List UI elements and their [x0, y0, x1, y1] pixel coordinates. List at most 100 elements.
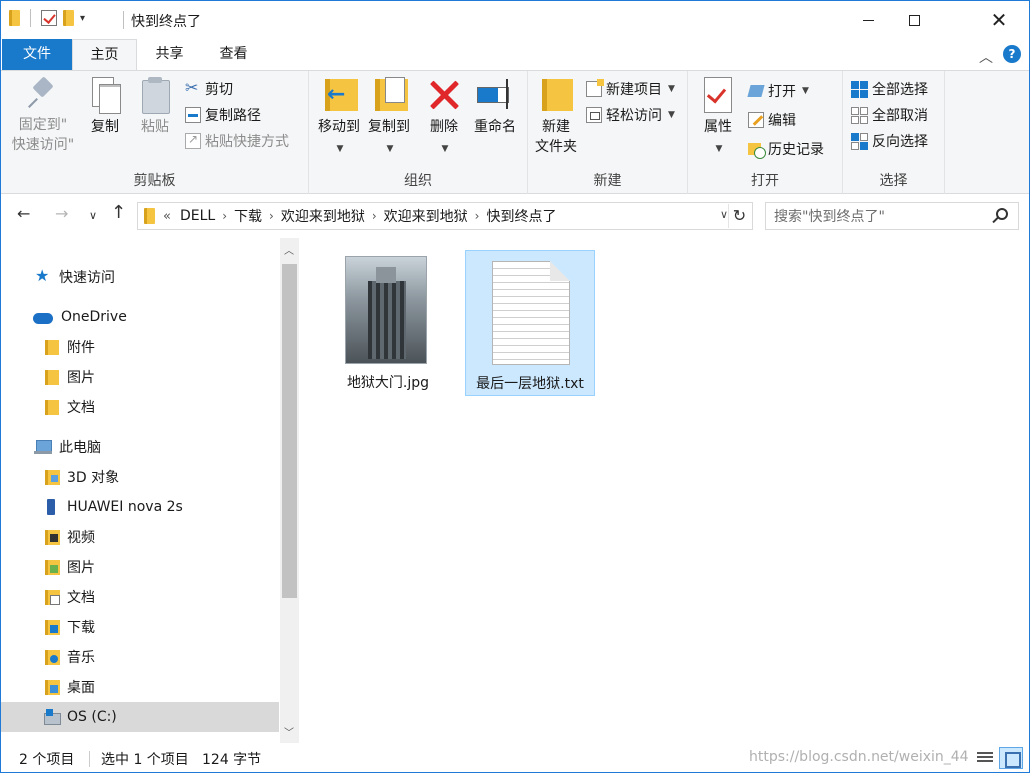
paste-shortcut-label: 粘贴快捷方式	[205, 134, 289, 150]
edit-button[interactable]: 编辑	[748, 108, 796, 132]
nav-item-pictures[interactable]: 图片	[1, 552, 279, 582]
new-folder-button[interactable]: 新建 文件夹	[532, 77, 580, 157]
open-button[interactable]: 打开 ▼	[748, 79, 809, 103]
details-view-icon[interactable]	[973, 747, 997, 769]
move-to-button[interactable]: 移动到 ▼	[313, 77, 365, 159]
image-thumbnail	[345, 256, 427, 364]
computer-icon	[34, 439, 52, 455]
nav-item-os-drive[interactable]: OS (C:)	[1, 702, 279, 732]
copy-to-button[interactable]: 复制到 ▼	[363, 77, 415, 159]
copy-path-button[interactable]: 复制路径	[185, 103, 261, 127]
back-arrow-icon[interactable]: ←	[17, 204, 30, 223]
new-folder-icon[interactable]	[63, 10, 74, 26]
videos-icon	[43, 529, 60, 545]
nav-item-label: 文档	[67, 400, 95, 416]
nav-item-quick-access[interactable]: 快速访问	[1, 262, 279, 292]
breadcrumb-chevron-icon[interactable]: ›	[220, 209, 229, 223]
tab-view[interactable]: 查看	[206, 39, 261, 70]
breadcrumb-chevron-icon[interactable]: ›	[267, 209, 276, 223]
up-arrow-icon[interactable]: ↑	[111, 202, 126, 223]
tab-file[interactable]: 文件	[2, 39, 72, 70]
maximize-button[interactable]	[891, 1, 937, 39]
nav-item-huawei-phone[interactable]: HUAWEI nova 2s	[1, 492, 279, 522]
select-group-label: 选择	[879, 173, 908, 189]
breadcrumb-welcome-2[interactable]: 欢迎来到地狱	[379, 206, 473, 226]
recent-locations-chevron-icon[interactable]: ∨	[89, 209, 97, 222]
history-button[interactable]: 历史记录	[748, 137, 824, 161]
nav-item-desktop[interactable]: 桌面	[1, 672, 279, 702]
organize-group-label: 组织	[404, 173, 432, 189]
nav-item-label: 文档	[67, 590, 95, 606]
properties-icon[interactable]	[41, 10, 57, 26]
nav-item-this-pc[interactable]: 此电脑	[1, 432, 279, 462]
close-button[interactable]: ✕	[969, 1, 1029, 39]
file-name: 地狱大门.jpg	[346, 375, 430, 391]
rename-button[interactable]: 重命名	[469, 77, 521, 137]
rename-icon	[475, 77, 515, 113]
nav-item-downloads[interactable]: 下载	[1, 612, 279, 642]
scroll-up-chevron-icon[interactable]: ︿	[284, 242, 294, 257]
paste-icon	[140, 77, 170, 114]
breadcrumb-downloads[interactable]: 下载	[229, 206, 267, 226]
drive-icon	[43, 709, 61, 725]
paste-shortcut-button[interactable]: 粘贴快捷方式	[185, 129, 289, 153]
nav-item-onedrive-pictures[interactable]: 图片	[1, 362, 279, 392]
overflow-chevron-icon[interactable]: «	[155, 209, 175, 224]
paste-button[interactable]: 粘贴	[135, 77, 175, 137]
breadcrumb-chevron-icon[interactable]: ›	[473, 209, 482, 223]
navigation-pane-scrollbar[interactable]: ︿ ﹀	[280, 238, 299, 743]
nav-item-label: 音乐	[67, 650, 95, 666]
breadcrumb-dell[interactable]: DELL	[175, 208, 220, 224]
customize-toolbar-chevron-icon[interactable]: ▾	[80, 13, 85, 24]
open-group: 属性 ▼ 打开 ▼ 编辑 历史记录 打开	[688, 71, 843, 194]
breadcrumb-current[interactable]: 快到终点了	[481, 206, 561, 226]
new-item-button[interactable]: 新建项目 ▼	[586, 77, 675, 101]
text-file-icon	[492, 261, 570, 365]
nav-item-onedrive[interactable]: OneDrive	[1, 302, 279, 332]
tab-share[interactable]: 共享	[142, 39, 197, 70]
scissors-icon	[185, 78, 201, 97]
nav-item-music[interactable]: 音乐	[1, 642, 279, 672]
watermark-text: https://blog.csdn.net/weixin_44	[749, 749, 969, 765]
refresh-icon[interactable]: ↻	[728, 204, 750, 228]
navigation-pane: 快速访问 OneDrive 附件 图片 文档 此电脑 3D 对象 HUAWEI	[1, 238, 299, 743]
nav-item-attachments[interactable]: 附件	[1, 332, 279, 362]
nav-item-documents[interactable]: 文档	[1, 582, 279, 612]
nav-item-videos[interactable]: 视频	[1, 522, 279, 552]
address-history-chevron-icon[interactable]: ∨	[720, 208, 728, 221]
search-box[interactable]: 搜索"快到终点了"	[765, 202, 1019, 230]
history-icon	[748, 141, 766, 159]
select-none-button[interactable]: 全部取消	[851, 103, 928, 127]
breadcrumb-welcome-1[interactable]: 欢迎来到地狱	[276, 206, 370, 226]
minimize-ribbon-chevron-icon[interactable]: ︿	[979, 47, 993, 67]
tab-home[interactable]: 主页	[72, 39, 137, 71]
forward-arrow-icon[interactable]: →	[55, 204, 68, 223]
address-bar[interactable]: « DELL › 下载 › 欢迎来到地狱 › 欢迎来到地狱 › 快到终点了 ∨ …	[137, 202, 753, 230]
help-icon[interactable]: ?	[1003, 45, 1021, 63]
nav-item-3d-objects[interactable]: 3D 对象	[1, 462, 279, 492]
edit-label: 编辑	[768, 113, 796, 129]
minimize-button[interactable]	[845, 1, 891, 39]
file-item-txt[interactable]: 最后一层地狱.txt	[465, 250, 595, 396]
nav-item-onedrive-documents[interactable]: 文档	[1, 392, 279, 422]
copy-path-icon	[185, 107, 201, 123]
move-to-label: 移动到	[318, 119, 360, 135]
easy-access-button[interactable]: 轻松访问 ▼	[586, 103, 675, 127]
cut-button[interactable]: 剪切	[185, 77, 233, 101]
3d-objects-icon	[43, 469, 60, 485]
scrollbar-thumb[interactable]	[282, 264, 297, 598]
select-all-button[interactable]: 全部选择	[851, 77, 928, 101]
copy-button[interactable]: 复制	[85, 77, 125, 137]
pin-label-line2: 快速访问"	[11, 137, 75, 153]
scroll-down-chevron-icon[interactable]: ﹀	[284, 724, 294, 739]
pin-icon	[28, 77, 58, 111]
search-icon[interactable]	[996, 208, 1008, 220]
delete-button[interactable]: 删除 ▼	[423, 77, 465, 159]
large-icons-view-icon[interactable]	[999, 747, 1023, 769]
properties-button[interactable]: 属性 ▼	[696, 77, 740, 159]
breadcrumb-chevron-icon[interactable]: ›	[370, 209, 379, 223]
invert-selection-button[interactable]: 反向选择	[851, 129, 928, 153]
file-item-jpg[interactable]: 地狱大门.jpg	[323, 250, 453, 396]
pin-to-quick-access-button[interactable]: 固定到" 快速访问"	[9, 77, 77, 155]
cut-label: 剪切	[205, 82, 233, 98]
